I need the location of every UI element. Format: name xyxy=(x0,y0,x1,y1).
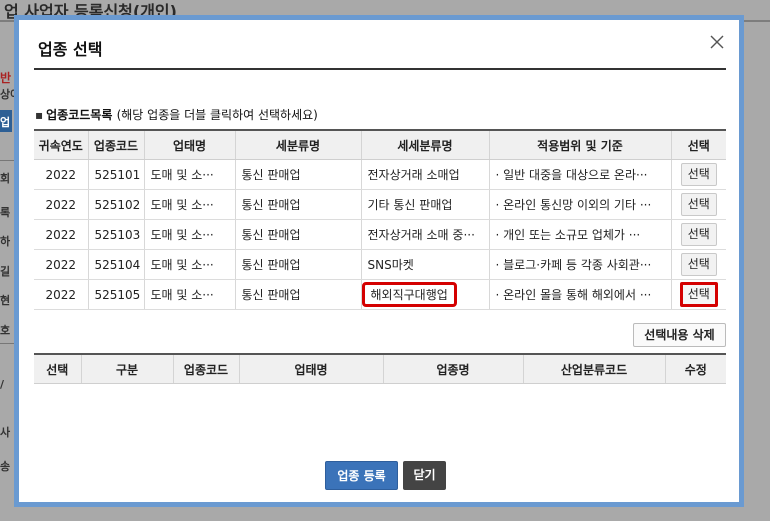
background-fragment: 길 xyxy=(0,265,11,278)
close-button[interactable]: 닫기 xyxy=(403,461,446,490)
select-button[interactable]: 선택 xyxy=(680,163,717,186)
code-cell: 525105 xyxy=(88,279,145,310)
detail-class-cell: SNS마켓 xyxy=(361,249,490,280)
section-hint: (해당 업종을 더블 클릭하여 선택하세요) xyxy=(116,108,318,122)
column-header: 세세분류명 xyxy=(361,130,490,160)
highlighted-detail-class: 해외직구대행업 xyxy=(361,282,457,307)
section-label: ▪ 업종코드목록 (해당 업종을 더블 클릭하여 선택하세요) xyxy=(35,106,318,123)
background-divider xyxy=(0,343,14,344)
background-fragment: 업 xyxy=(0,116,11,129)
background-fragment: 하 xyxy=(0,235,11,248)
bullet-icon: ▪ xyxy=(35,108,44,122)
background-fragment: 반 xyxy=(0,71,12,85)
business-type-cell: 도매 및 소··· xyxy=(144,249,236,280)
select-cell: 선택 xyxy=(671,219,726,250)
select-cell: 선택 xyxy=(671,159,726,190)
table-header-row: 귀속연도 업종코드 업태명 세분류명 세세분류명 적용범위 및 기준 선택 xyxy=(34,130,726,160)
sub-class-cell: 통신 판매업 xyxy=(235,219,362,250)
delete-selection-button[interactable]: 선택내용 삭제 xyxy=(633,323,726,347)
table-row[interactable]: 2022 525105 도매 및 소··· 통신 판매업 해외직구대행업 · 온… xyxy=(34,279,726,310)
column-header: 세분류명 xyxy=(235,130,362,160)
modal-title: 업종 선택 xyxy=(38,40,103,59)
year-cell: 2022 xyxy=(34,219,89,250)
sub-class-cell: 통신 판매업 xyxy=(235,159,362,190)
register-industry-button[interactable]: 업종 등록 xyxy=(325,461,398,490)
scope-cell: · 블로그·카페 등 각종 사회관··· xyxy=(489,249,672,280)
column-header: 귀속연도 xyxy=(34,130,89,160)
column-header: 산업분류코드 xyxy=(523,354,666,384)
background-fragment: 현 xyxy=(0,294,11,307)
table-row[interactable]: 2022 525101 도매 및 소··· 통신 판매업 전자상거래 소매업 ·… xyxy=(34,159,726,190)
scope-cell: · 일반 대중을 대상으로 온라··· xyxy=(489,159,672,190)
table-row[interactable]: 2022 525103 도매 및 소··· 통신 판매업 전자상거래 소매 중·… xyxy=(34,219,726,250)
column-header: 업종코드 xyxy=(173,354,240,384)
code-cell: 525101 xyxy=(88,159,145,190)
column-header: 선택 xyxy=(671,130,726,160)
column-header: 업종명 xyxy=(383,354,524,384)
business-type-cell: 도매 및 소··· xyxy=(144,219,236,250)
select-button[interactable]: 선택 xyxy=(680,223,717,246)
select-button[interactable]: 선택 xyxy=(680,193,717,216)
select-cell: 선택 xyxy=(671,249,726,280)
background-fragment: / xyxy=(0,378,5,391)
select-button-highlighted[interactable]: 선택 xyxy=(679,282,718,307)
background-fragment: 사 xyxy=(0,426,11,439)
year-cell: 2022 xyxy=(34,249,89,280)
section-label-text: 업종코드목록 xyxy=(46,108,113,122)
business-type-cell: 도매 및 소··· xyxy=(144,189,236,220)
scope-cell: · 온라인 몰을 통해 해외에서 ··· xyxy=(489,279,672,310)
selected-industries-table: 선택 구분 업종코드 업태명 업종명 산업분류코드 수정 xyxy=(34,353,726,384)
detail-class-cell: 기타 통신 판매업 xyxy=(361,189,490,220)
detail-class-cell: 전자상거래 소매업 xyxy=(361,159,490,190)
header-divider xyxy=(34,68,726,70)
industry-select-modal: 업종 선택 ▪ 업종코드목록 (해당 업종을 더블 클릭하여 선택하세요) 귀속연… xyxy=(14,15,744,507)
code-cell: 525103 xyxy=(88,219,145,250)
column-header: 업태명 xyxy=(239,354,384,384)
background-fragment: 회 xyxy=(0,172,11,185)
code-cell: 525102 xyxy=(88,189,145,220)
table-row[interactable]: 2022 525102 도매 및 소··· 통신 판매업 기타 통신 판매업 ·… xyxy=(34,189,726,220)
industry-code-table: 귀속연도 업종코드 업태명 세분류명 세세분류명 적용범위 및 기준 선택 20… xyxy=(34,129,726,310)
table-row[interactable]: 2022 525104 도매 및 소··· 통신 판매업 SNS마켓 · 블로그… xyxy=(34,249,726,280)
scope-cell: · 온라인 통신망 이외의 기타 ··· xyxy=(489,189,672,220)
business-type-cell: 도매 및 소··· xyxy=(144,279,236,310)
detail-class-cell: 전자상거래 소매 중··· xyxy=(361,219,490,250)
select-cell: 선택 xyxy=(671,279,726,310)
background-fragment: 송 xyxy=(0,460,11,473)
table-header-row: 선택 구분 업종코드 업태명 업종명 산업분류코드 수정 xyxy=(34,354,726,384)
sub-class-cell: 통신 판매업 xyxy=(235,249,362,280)
year-cell: 2022 xyxy=(34,279,89,310)
column-header: 선택 xyxy=(34,354,82,384)
column-header: 수정 xyxy=(665,354,726,384)
select-cell: 선택 xyxy=(671,189,726,220)
close-icon[interactable] xyxy=(709,34,725,50)
year-cell: 2022 xyxy=(34,159,89,190)
column-header: 업종코드 xyxy=(88,130,145,160)
business-type-cell: 도매 및 소··· xyxy=(144,159,236,190)
background-fragment: 록 xyxy=(0,206,11,219)
select-button[interactable]: 선택 xyxy=(680,253,717,276)
code-cell: 525104 xyxy=(88,249,145,280)
year-cell: 2022 xyxy=(34,189,89,220)
sub-class-cell: 통신 판매업 xyxy=(235,189,362,220)
column-header: 구분 xyxy=(81,354,174,384)
detail-class-cell: 해외직구대행업 xyxy=(361,279,490,310)
column-header: 적용범위 및 기준 xyxy=(489,130,672,160)
background-divider xyxy=(0,160,14,161)
column-header: 업태명 xyxy=(144,130,236,160)
scope-cell: · 개인 또는 소규모 업체가 ··· xyxy=(489,219,672,250)
background-fragment: 호 xyxy=(0,324,11,337)
sub-class-cell: 통신 판매업 xyxy=(235,279,362,310)
